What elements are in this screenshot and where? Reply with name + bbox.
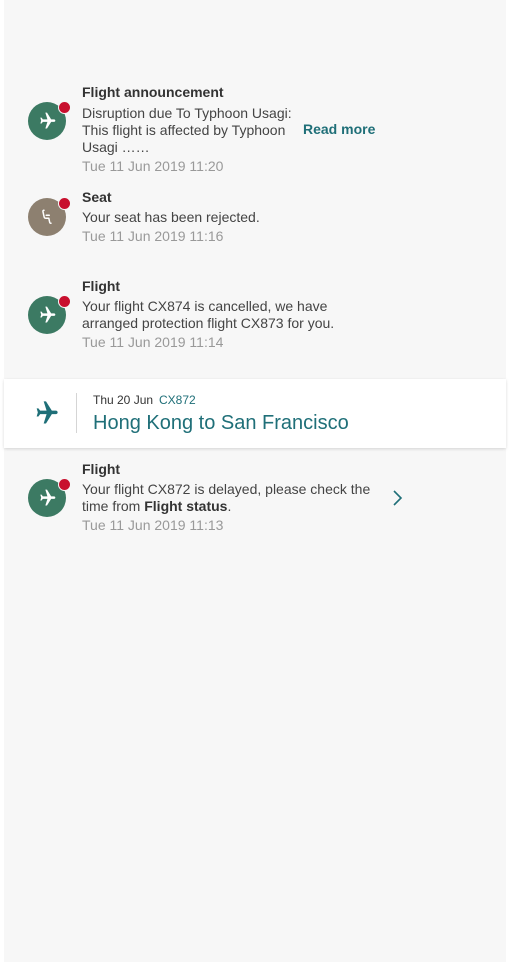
- notification-icon: [28, 478, 71, 517]
- notification-time: Tue 11 Jun 2019 11:20: [82, 158, 224, 174]
- notification-title: Flight announcement: [82, 84, 224, 100]
- notification-icon: [28, 101, 71, 140]
- unread-dot: [58, 197, 71, 210]
- notification-title: Flight: [82, 278, 121, 294]
- notification-title: Seat: [82, 189, 112, 205]
- chevron-right-icon[interactable]: [392, 489, 404, 507]
- flight-route: Hong Kong to San Francisco: [93, 412, 349, 434]
- flight-date: Thu 20 Jun: [93, 393, 154, 407]
- flight-card[interactable]: Thu 20 Jun CX872 Hong Kong to San Franci…: [4, 379, 506, 448]
- read-more-link[interactable]: Read more: [303, 121, 375, 137]
- notification-body-suffix: .: [227, 498, 232, 514]
- notification-time: Tue 11 Jun 2019 11:16: [82, 228, 224, 244]
- airplane-icon: [40, 112, 56, 129]
- notification-body: Your flight CX874 is cancelled, we have …: [82, 298, 335, 331]
- notification-icon: [28, 295, 71, 334]
- notification-title: Flight: [82, 461, 121, 477]
- seat-icon: [42, 209, 52, 225]
- notification-item[interactable]: Flight announcement Disruption due To Ty…: [4, 84, 506, 174]
- unread-dot: [58, 101, 71, 114]
- notification-time: Tue 11 Jun 2019 11:14: [82, 334, 224, 350]
- flight-number: CX872: [159, 393, 196, 407]
- airplane-icon: [40, 489, 56, 506]
- notification-time: Tue 11 Jun 2019 11:13: [82, 517, 224, 533]
- flight-status-link[interactable]: Flight status: [144, 498, 227, 514]
- unread-dot: [58, 295, 71, 308]
- unread-dot: [58, 478, 71, 491]
- notification-item[interactable]: Flight Your flight CX872 is delayed, ple…: [4, 461, 506, 536]
- notification-item[interactable]: Seat Your seat has been rejected. Tue 11…: [4, 189, 506, 249]
- notification-body: Disruption due To Typhoon Usagi: This fl…: [82, 105, 292, 155]
- notification-body: Your seat has been rejected.: [82, 209, 260, 225]
- divider: [76, 393, 77, 433]
- airplane-icon: [36, 401, 58, 424]
- notification-icon: [28, 197, 71, 236]
- notification-item[interactable]: Flight Your flight CX874 is cancelled, w…: [4, 278, 506, 353]
- notification-body: Your flight CX872 is delayed, please che…: [82, 481, 382, 515]
- airplane-icon: [40, 306, 56, 323]
